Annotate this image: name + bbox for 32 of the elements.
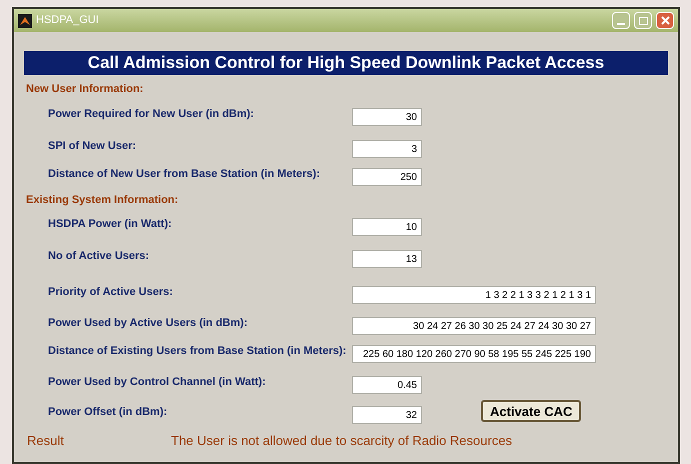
field-label: Power Used by Control Channel (in Watt): (47, 374, 267, 390)
value-field[interactable]: 225 60 180 120 260 270 90 58 195 55 245 225 190 (352, 345, 596, 363)
close-button[interactable] (656, 12, 674, 29)
field-label: Distance of Existing Users from Base Station (in Meters): (47, 344, 348, 358)
heading-banner: Call Admission Control for High Speed Downlink Packet Access (24, 51, 668, 75)
minimize-button[interactable] (612, 12, 630, 29)
field-label: No of Active Users: (47, 248, 150, 264)
value-field[interactable]: 30 (352, 108, 422, 126)
field-label: SPI of New User: (47, 138, 138, 154)
field-label: Power Used by Active Users (in dBm): (47, 316, 248, 330)
value-field[interactable]: 1 3 2 2 1 3 3 2 1 2 1 3 1 (352, 286, 596, 304)
field-label: Priority of Active Users: (47, 284, 174, 300)
value-field[interactable]: 30 24 27 26 30 30 25 24 27 24 30 30 27 (352, 317, 596, 335)
value-field[interactable]: 3 (352, 140, 422, 158)
field-label: Power Offset (in dBm): (47, 404, 168, 420)
field-label: Distance of New User from Base Station (in Meters): (47, 166, 322, 182)
value-field[interactable]: 32 (352, 406, 422, 424)
field-label: Power Required for New User (in dBm): (47, 106, 255, 122)
activate-button[interactable]: Activate CAC (481, 400, 582, 422)
value-field[interactable]: 10 (352, 218, 422, 236)
close-icon (660, 16, 670, 25)
field-label: HSDPA Power (in Watt): (47, 216, 173, 232)
value-field[interactable]: 250 (352, 168, 422, 186)
app-icon (18, 14, 32, 28)
maximize-button[interactable] (634, 12, 652, 29)
section-title: New User Information: (26, 82, 144, 96)
result-label: Result (26, 432, 65, 450)
value-field[interactable]: 13 (352, 250, 422, 268)
section-title: Existing System Information: (26, 192, 178, 208)
value-field[interactable]: 0.45 (352, 376, 422, 394)
result-message: The User is not allowed due to scarcity of Radio Resources (171, 432, 512, 450)
window-title: HSDPA_GUI (36, 13, 100, 28)
